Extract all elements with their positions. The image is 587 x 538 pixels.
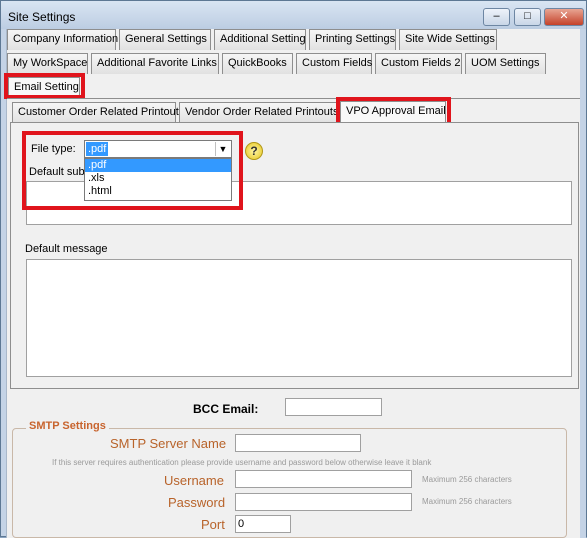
smtp-settings-legend: SMTP Settings [26, 420, 109, 432]
port-label: Port [201, 517, 225, 532]
bcc-email-input[interactable] [285, 398, 382, 416]
help-icon[interactable]: ? [245, 142, 263, 160]
file-type-highlight [22, 131, 243, 210]
window-right-border [580, 29, 586, 538]
email-setting-highlight [4, 73, 85, 99]
minimize-button[interactable]: – [483, 8, 510, 26]
vpo-approval-email-panel: File type: .pdf ▼ ? Default subject Defa… [10, 122, 579, 389]
default-message-input[interactable] [26, 259, 572, 377]
auth-hint-text: If this server requires authentication p… [52, 458, 432, 467]
subtab-customer-order-printouts[interactable]: Customer Order Related Printouts [12, 102, 184, 123]
close-icon: ✕ [559, 10, 569, 22]
close-button[interactable]: ✕ [544, 8, 584, 26]
tab-label: Additional Setting [220, 33, 306, 45]
tab-label: Printing Settings [315, 33, 396, 45]
tab-custom-fields-2[interactable]: Custom Fields 2 [375, 53, 462, 74]
maximize-icon: □ [524, 10, 531, 22]
tab-my-workspace[interactable]: My WorkSpace [7, 53, 88, 74]
tab-label: Customer Order Related Printouts [18, 106, 185, 118]
tab-label: Additional Favorite Links [97, 57, 217, 69]
tab-label: Custom Fields [302, 57, 373, 69]
password-max-hint: Maximum 256 characters [422, 497, 512, 506]
title-bar[interactable]: Site Settings – □ ✕ [1, 1, 586, 29]
tab-general-settings[interactable]: General Settings [119, 29, 211, 50]
minimize-icon: – [493, 10, 500, 22]
port-input[interactable]: 0 [235, 515, 291, 533]
tab-company-information[interactable]: Company Information [7, 29, 119, 50]
default-message-label: Default message [25, 243, 108, 255]
tab-label: Site Wide Settings [405, 33, 495, 45]
username-label: Username [164, 473, 224, 488]
username-max-hint: Maximum 256 characters [422, 475, 512, 484]
username-input[interactable] [235, 470, 412, 488]
tab-label: Vendor Order Related Printouts [185, 106, 339, 118]
site-settings-window: Site Settings – □ ✕ Company Information … [0, 0, 587, 538]
tab-quickbooks[interactable]: QuickBooks [222, 53, 293, 74]
tab-uom-settings[interactable]: UOM Settings [465, 53, 546, 74]
port-value: 0 [238, 518, 245, 530]
tab-label: UOM Settings [471, 57, 540, 69]
tab-label: My WorkSpace [13, 57, 88, 69]
password-label: Password [168, 495, 226, 510]
tab-additional-setting[interactable]: Additional Setting [214, 29, 306, 50]
bcc-email-label: BCC Email: [193, 402, 259, 416]
window-title: Site Settings [8, 10, 76, 24]
smtp-server-label: SMTP Server Name [110, 436, 227, 451]
tab-label: Company Information [13, 33, 119, 45]
tab-label: Custom Fields 2 [381, 57, 461, 69]
password-input[interactable] [235, 493, 412, 511]
tab-label: QuickBooks [228, 57, 287, 69]
tab-additional-favorite-links[interactable]: Additional Favorite Links [91, 53, 219, 74]
maximize-button[interactable]: □ [514, 8, 541, 26]
tab-site-wide-settings[interactable]: Site Wide Settings [399, 29, 497, 50]
tab-printing-settings[interactable]: Printing Settings [309, 29, 396, 50]
smtp-server-input[interactable] [235, 434, 361, 452]
tab-label: General Settings [125, 33, 207, 45]
tab-custom-fields[interactable]: Custom Fields [296, 53, 372, 74]
tab-strip-divider [7, 98, 582, 99]
help-glyph: ? [250, 144, 258, 158]
subtab-vendor-order-printouts[interactable]: Vendor Order Related Printouts [179, 102, 339, 123]
